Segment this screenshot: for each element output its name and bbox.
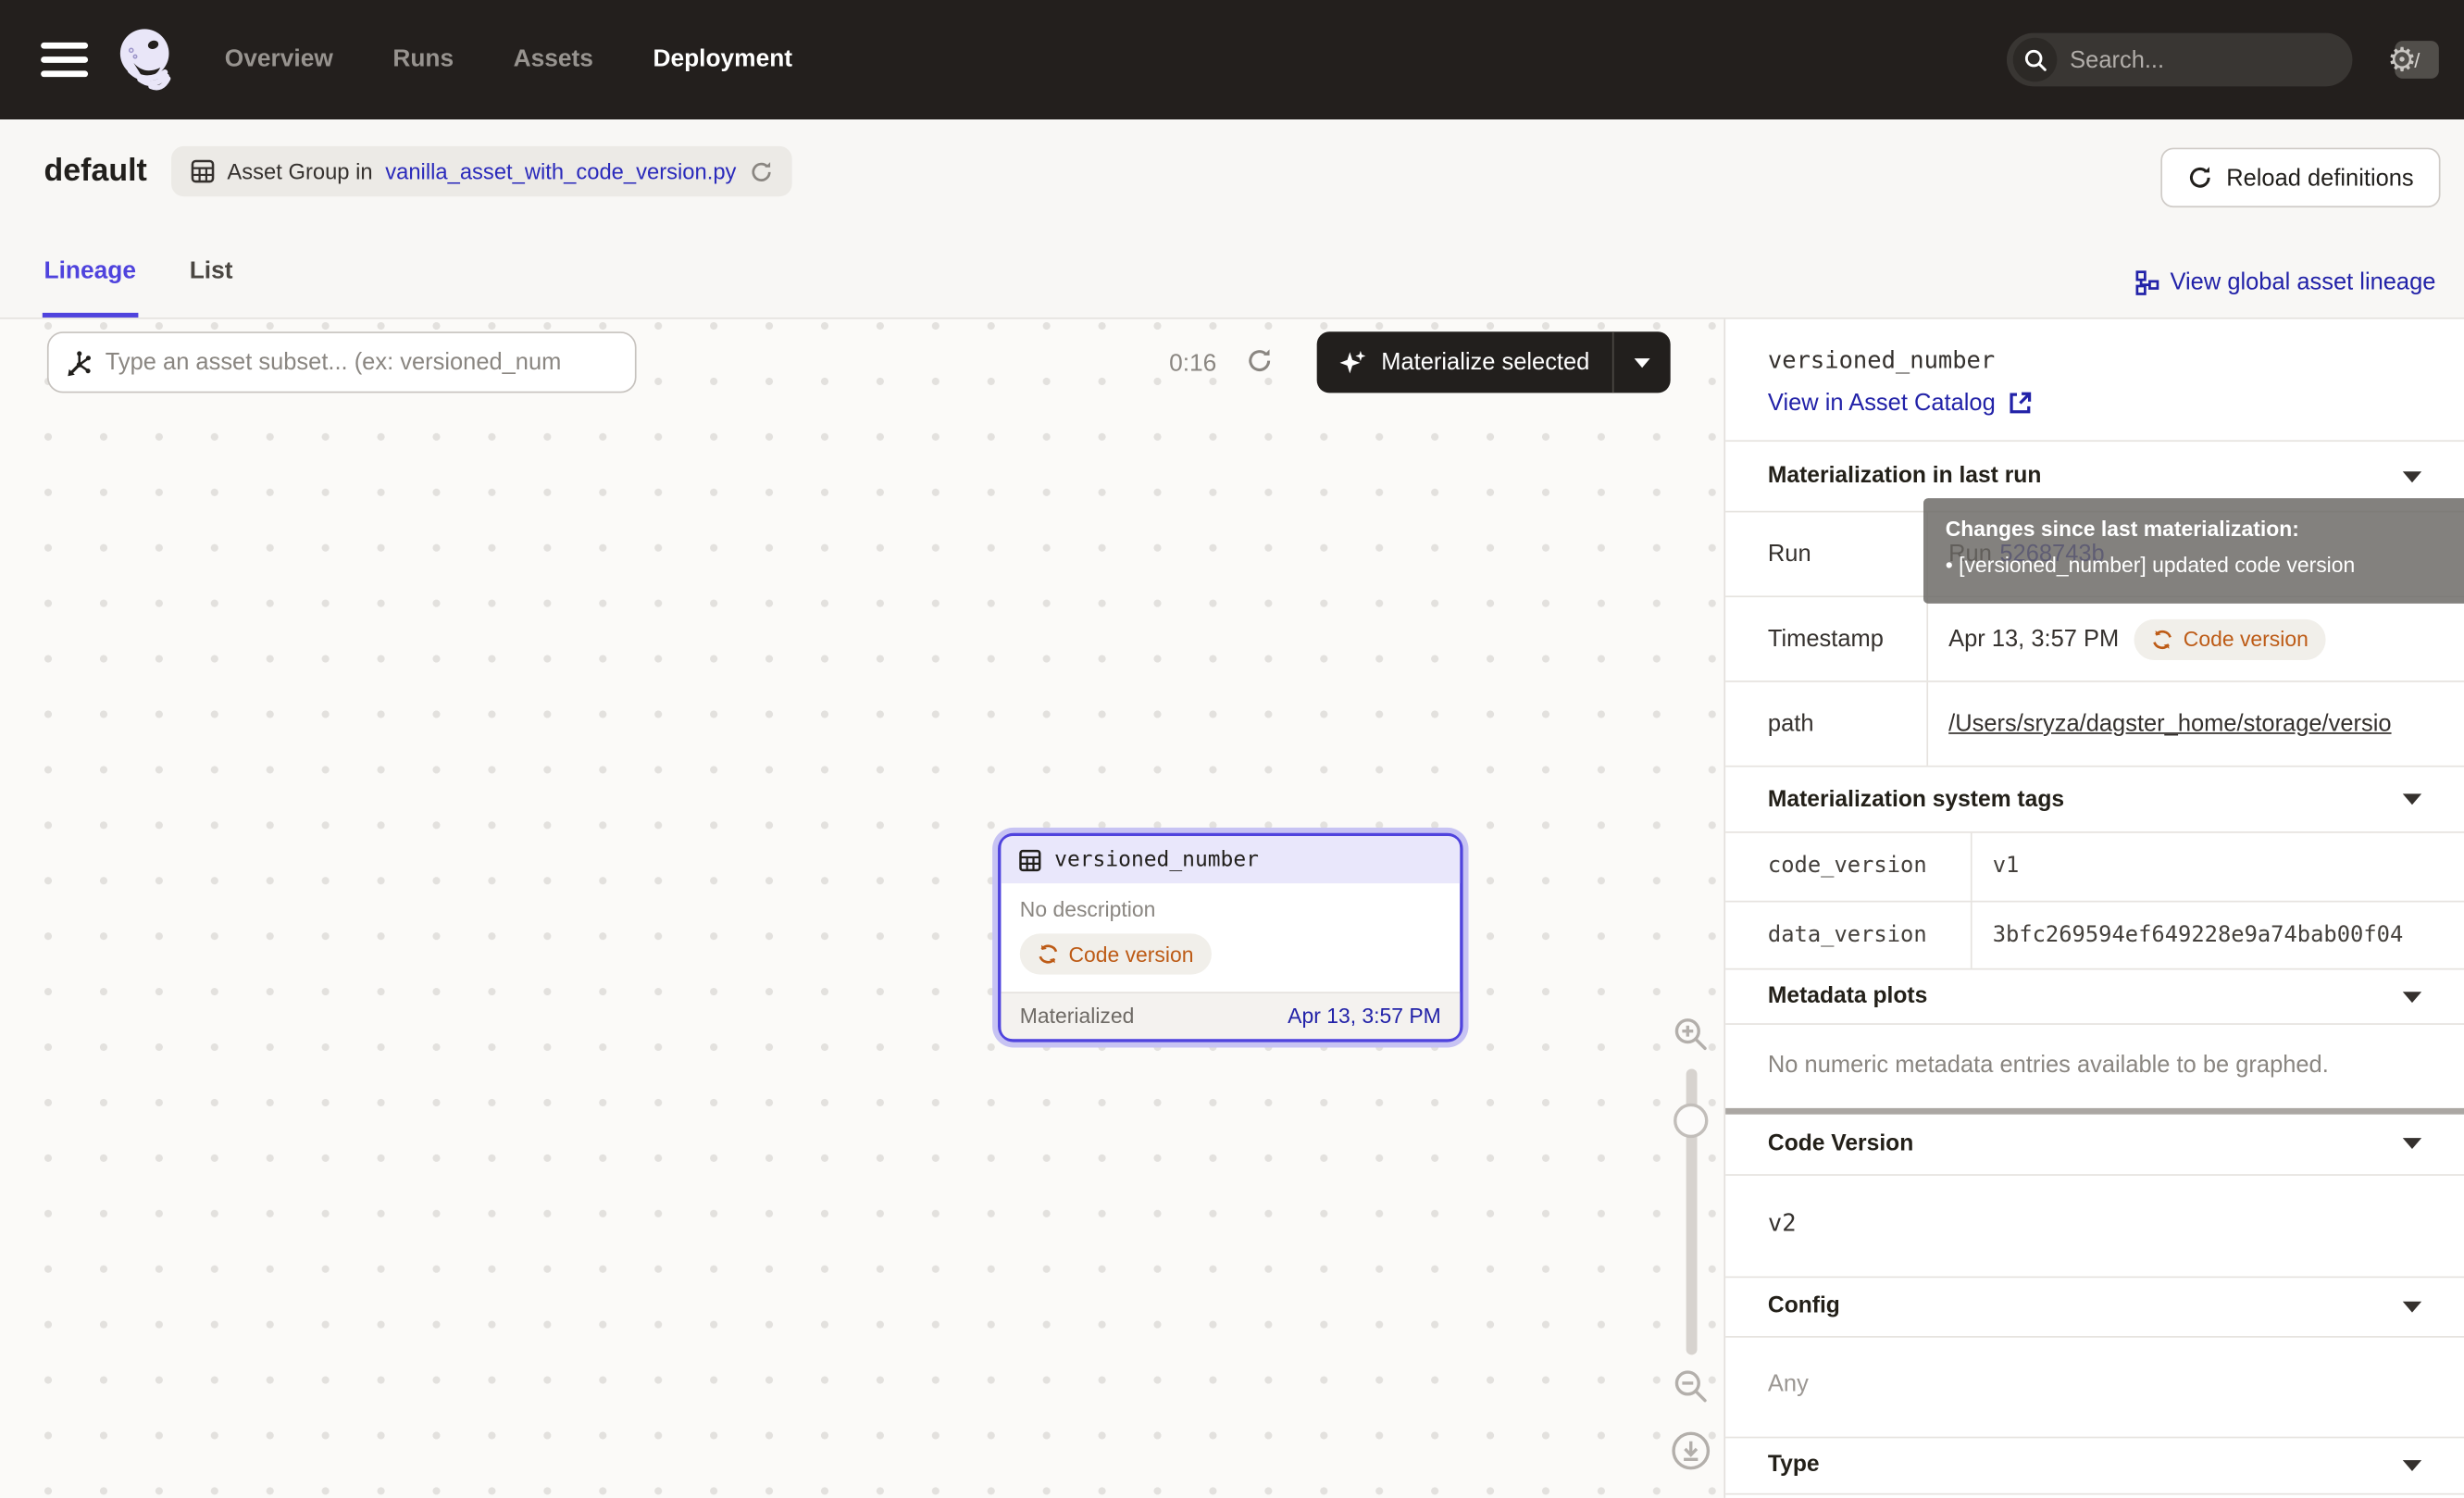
section-title: Materialization in last run [1768,464,2041,489]
breadcrumb-file-link[interactable]: vanilla_asset_with_code_version.py [385,158,736,183]
settings-gear-icon[interactable]: ⚙ [2387,44,2417,77]
breadcrumb-prefix: Asset Group in [227,158,372,183]
section-title: Materialization system tags [1768,787,2064,812]
tooltip-item: • [versioned_number] updated code versio… [1946,548,2464,584]
panel-asset-name: versioned_number [1768,345,2421,374]
search-icon [2013,38,2058,82]
row-key: data_version [1725,902,1971,968]
asset-subset-input[interactable] [106,349,619,376]
table-icon [1018,848,1041,871]
asset-subset-filter[interactable] [47,331,637,393]
page-title: default [44,154,147,190]
materialize-dropdown-caret[interactable] [1613,357,1670,367]
section-type[interactable]: Type [1725,1436,2464,1494]
sparkle-icon [1338,348,1367,377]
page-header: default Asset Group in vanilla_asset_wit… [0,119,2464,319]
collapse-caret-icon [2403,470,2421,481]
row-key: code_version [1725,833,1971,900]
code-version-badge: Code version [2134,618,2325,659]
section-title: Config [1768,1293,1840,1318]
asset-details-panel: versioned_number View in Asset Catalog M… [1724,319,2464,1498]
collapse-caret-icon [2403,1301,2421,1312]
view-tabs: Lineage List [44,257,233,318]
node-badge-label: Code version [1068,942,1193,966]
nav-item-assets[interactable]: Assets [514,45,593,74]
nav-item-runs[interactable]: Runs [392,45,454,74]
code-version-value: v2 [1725,1173,2464,1275]
view-in-asset-catalog-link[interactable]: View in Asset Catalog [1768,390,2032,417]
section-title: Type [1768,1453,1820,1478]
changed-icon [1037,943,1059,966]
asset-node-versioned-number[interactable]: versioned_number No description Code ver… [998,833,1463,1042]
table-row-timestamp: Timestamp Apr 13, 3:57 PM Code version [1725,597,2464,682]
lineage-graph-icon [2135,269,2159,294]
download-image-icon[interactable] [1666,1430,1716,1471]
row-label: Run [1725,512,1926,595]
section-title: Code Version [1768,1130,1913,1155]
dagster-logo-icon[interactable] [112,25,181,94]
node-status: Materialized [1020,1005,1135,1028]
top-navbar: Overview Runs Assets Deployment / ⚙ [0,0,2464,119]
asset-group-icon [190,158,215,183]
reload-definitions-button[interactable]: Reload definitions [2160,148,2441,208]
nav-item-deployment[interactable]: Deployment [653,45,792,74]
node-code-version-badge: Code version [1020,933,1211,974]
row-value: 3bfc269594ef649228e9a74bab00f04 [1971,902,2464,968]
row-label: Timestamp [1725,597,1926,680]
row-value: v1 [1971,833,2464,900]
section-system-tags[interactable]: Materialization system tags [1725,767,2464,831]
materialize-selected-button[interactable]: Materialize selected [1317,331,1670,393]
collapse-caret-icon [2403,1459,2421,1470]
zoom-out-icon[interactable] [1666,1367,1716,1405]
section-config[interactable]: Config [1725,1276,2464,1336]
badge-label: Code version [2184,627,2308,650]
changed-icon [2152,628,2174,650]
asset-group-breadcrumb: Asset Group in vanilla_asset_with_code_v… [170,146,791,196]
table-row-code-version: code_version v1 [1725,833,2464,902]
collapse-caret-icon [2403,793,2421,805]
path-link[interactable]: /Users/sryza/dagster_home/storage/versio [1948,710,2391,737]
menu-icon[interactable] [41,43,88,77]
system-tags-table: code_version v1 data_version 3bfc269594e… [1725,831,2464,969]
section-code-version[interactable]: Code Version [1725,1114,2464,1174]
collapse-caret-icon [2403,1138,2421,1149]
nav-menu: Overview Runs Assets Deployment [225,45,792,74]
asset-graph-icon [65,348,93,377]
catalog-link-label: View in Asset Catalog [1768,390,1996,417]
config-value: Any [1725,1335,2464,1436]
tab-lineage[interactable]: Lineage [44,257,136,318]
changes-tooltip: Changes since last materialization: • [v… [1923,498,2464,604]
lineage-canvas[interactable]: 0:16 Materialize selected [0,319,1724,1498]
timestamp-value: Apr 13, 3:57 PM [1948,626,2119,653]
zoom-in-icon[interactable] [1666,1016,1716,1054]
zoom-slider[interactable] [1666,1068,1716,1354]
refresh-graph-icon[interactable] [1246,347,1273,374]
node-asset-name: versioned_number [1054,847,1259,872]
global-search[interactable]: / [2007,33,2352,87]
refresh-icon[interactable] [749,159,772,182]
zoom-controls [1666,1016,1716,1471]
table-row-data-version: data_version 3bfc269594ef649228e9a74bab0… [1725,902,2464,970]
view-global-asset-lineage-link[interactable]: View global asset lineage [2135,268,2435,295]
external-link-icon [2008,392,2031,415]
tab-list[interactable]: List [190,257,233,318]
dagster-app: Overview Runs Assets Deployment / ⚙ defa… [0,0,2464,1498]
node-materialized-date[interactable]: Apr 13, 3:57 PM [1288,1005,1441,1028]
section-metadata-plots[interactable]: Metadata plots [1725,969,2464,1023]
metadata-plots-empty-text: No numeric metadata entries available to… [1725,1023,2464,1108]
collapse-caret-icon [2403,991,2421,1002]
table-row-path: path /Users/sryza/dagster_home/storage/v… [1725,682,2464,768]
search-input[interactable] [2058,46,2396,73]
section-title: Metadata plots [1768,984,1927,1009]
tooltip-title: Changes since last materialization: [1946,512,2464,548]
node-description: No description [1020,897,1441,920]
nav-item-overview[interactable]: Overview [225,45,333,74]
materialize-label: Materialize selected [1381,349,1589,376]
view-global-label: View global asset lineage [2171,268,2436,295]
row-label: path [1725,682,1926,766]
refresh-timer: 0:16 [1169,351,1216,380]
reload-definitions-label: Reload definitions [2226,164,2413,191]
zoom-slider-handle[interactable] [1674,1104,1708,1138]
